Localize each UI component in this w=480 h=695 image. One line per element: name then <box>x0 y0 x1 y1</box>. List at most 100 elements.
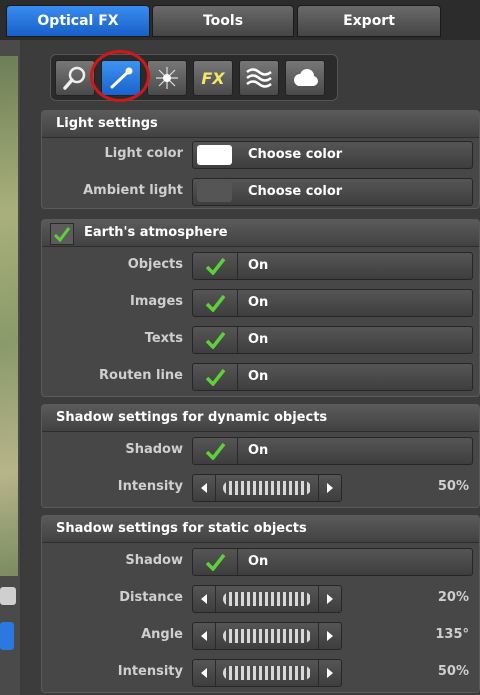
map-control-button[interactable] <box>0 587 16 605</box>
atmosphere-checkbox[interactable] <box>50 223 74 245</box>
atmosphere-routen-line-row: Routen line On <box>42 363 479 393</box>
static-shadow-checkbox[interactable] <box>193 549 238 575</box>
fx-button[interactable]: FX <box>193 60 233 96</box>
cloud-button[interactable] <box>285 60 325 96</box>
static-intensity-label: Intensity <box>117 664 183 679</box>
ambient-light-label: Ambient light <box>83 183 183 198</box>
increase-arrow-icon[interactable] <box>318 660 341 686</box>
images-label: Images <box>129 294 183 309</box>
texts-label: Texts <box>144 331 183 346</box>
fx-icon: FX <box>201 68 225 88</box>
static-shadow-toggle[interactable]: On <box>192 548 473 576</box>
dynamic-shadow-row: Shadow On <box>42 437 479 467</box>
static-angle-label: Angle <box>141 627 183 642</box>
decrease-arrow-icon[interactable] <box>193 623 216 649</box>
static-angle-value: 135° <box>435 627 469 642</box>
dynamic-intensity-slider[interactable] <box>192 474 342 502</box>
ambient-light-row: Ambient light Choose color <box>42 178 479 208</box>
map-scroll-handle[interactable] <box>0 622 14 650</box>
increase-arrow-icon[interactable] <box>318 475 341 501</box>
light-settings-section: Light settings Light color Choose color … <box>41 110 480 209</box>
static-intensity-row: Intensity 50% <box>42 659 479 689</box>
light-color-picker[interactable]: Choose color <box>192 141 473 169</box>
magnifier-icon <box>63 66 86 90</box>
atmosphere-objects-row: Objects On <box>42 252 479 282</box>
light-settings-header: Light settings <box>42 111 479 138</box>
objects-checkbox[interactable] <box>193 253 238 279</box>
light-color-row: Light color Choose color <box>42 141 479 171</box>
decrease-arrow-icon[interactable] <box>193 660 216 686</box>
tab-tools[interactable]: Tools <box>152 5 294 37</box>
routen-line-toggle[interactable]: On <box>192 363 473 391</box>
images-toggle[interactable]: On <box>192 289 473 317</box>
objects-label: Objects <box>127 257 183 272</box>
static-angle-slider[interactable] <box>192 622 342 650</box>
ambient-light-choose[interactable]: Choose color <box>248 179 342 205</box>
checkmark-icon <box>205 294 226 312</box>
dynamic-intensity-label: Intensity <box>117 479 183 494</box>
atmosphere-images-row: Images On <box>42 289 479 319</box>
magnifier-button[interactable] <box>55 60 95 96</box>
checkmark-icon <box>53 227 71 242</box>
ambient-light-picker[interactable]: Choose color <box>192 178 473 206</box>
map-preview[interactable] <box>0 56 18 576</box>
checkmark-icon <box>205 331 226 349</box>
dynamic-shadow-header: Shadow settings for dynamic objects <box>42 405 479 432</box>
tab-bar: Optical FX Tools Export <box>0 0 480 40</box>
objects-toggle[interactable]: On <box>192 252 473 280</box>
sun-flare-icon <box>156 67 178 89</box>
checkmark-icon <box>205 368 226 386</box>
images-checkbox[interactable] <box>193 290 238 316</box>
light-color-swatch[interactable] <box>197 145 232 165</box>
images-value: On <box>248 295 269 310</box>
decrease-arrow-icon[interactable] <box>193 586 216 612</box>
waves-button[interactable] <box>239 60 279 96</box>
routen-line-label: Routen line <box>99 368 183 383</box>
static-shadow-label: Shadow <box>125 553 183 568</box>
texts-value: On <box>248 332 269 347</box>
sun-flare-button[interactable] <box>147 60 187 96</box>
light-color-choose[interactable]: Choose color <box>248 142 342 168</box>
static-shadow-row: Shadow On <box>42 548 479 578</box>
decrease-arrow-icon[interactable] <box>193 475 216 501</box>
increase-arrow-icon[interactable] <box>318 586 341 612</box>
static-angle-row: Angle 135° <box>42 622 479 652</box>
atmosphere-section: Earth's atmosphere Objects On Images On … <box>41 219 480 397</box>
static-intensity-slider[interactable] <box>192 659 342 687</box>
slider-track[interactable] <box>223 481 311 495</box>
static-shadow-value: On <box>248 554 269 569</box>
dynamic-intensity-value: 50% <box>437 479 469 494</box>
slider-track[interactable] <box>223 629 311 643</box>
atmosphere-texts-row: Texts On <box>42 326 479 356</box>
dynamic-shadow-section: Shadow settings for dynamic objects Shad… <box>41 404 480 508</box>
dynamic-intensity-row: Intensity 50% <box>42 474 479 504</box>
ambient-light-swatch[interactable] <box>197 182 232 202</box>
routen-line-checkbox[interactable] <box>193 364 238 390</box>
static-intensity-value: 50% <box>437 664 469 679</box>
static-distance-value: 20% <box>437 590 469 605</box>
routen-line-value: On <box>248 369 269 384</box>
static-shadow-section: Shadow settings for static objects Shado… <box>41 515 480 693</box>
checkmark-icon <box>205 553 226 571</box>
static-shadow-header: Shadow settings for static objects <box>42 516 479 543</box>
dynamic-shadow-toggle[interactable]: On <box>192 437 473 465</box>
static-distance-row: Distance 20% <box>42 585 479 615</box>
texts-checkbox[interactable] <box>193 327 238 353</box>
objects-value: On <box>248 258 269 273</box>
tab-export[interactable]: Export <box>297 5 441 37</box>
atmosphere-header: Earth's atmosphere <box>42 220 479 247</box>
static-distance-slider[interactable] <box>192 585 342 613</box>
dynamic-shadow-checkbox[interactable] <box>193 438 238 464</box>
dynamic-shadow-value: On <box>248 443 269 458</box>
static-distance-label: Distance <box>119 590 183 605</box>
checkmark-icon <box>205 442 226 460</box>
highlight-circle <box>90 50 150 102</box>
dynamic-shadow-label: Shadow <box>125 442 183 457</box>
slider-track[interactable] <box>223 592 311 606</box>
tab-optical-fx[interactable]: Optical FX <box>6 5 150 37</box>
waves-icon <box>246 68 272 88</box>
increase-arrow-icon[interactable] <box>318 623 341 649</box>
checkmark-icon <box>205 257 226 275</box>
texts-toggle[interactable]: On <box>192 326 473 354</box>
slider-track[interactable] <box>223 666 311 680</box>
